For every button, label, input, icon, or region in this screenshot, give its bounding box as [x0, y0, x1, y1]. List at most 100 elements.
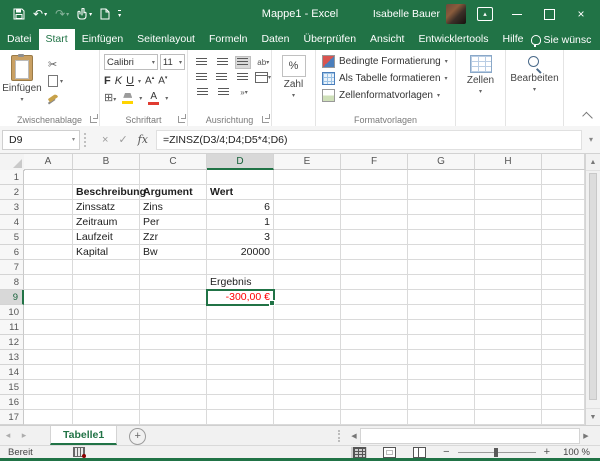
cell-D9[interactable]: -300,00 €: [207, 290, 274, 305]
align-center-button[interactable]: [214, 71, 229, 84]
column-header-G[interactable]: G: [408, 154, 475, 170]
user-avatar[interactable]: [446, 4, 466, 24]
select-all-button[interactable]: [0, 154, 25, 171]
cell-H8[interactable]: [475, 275, 542, 290]
row-header-15[interactable]: 15: [0, 380, 24, 395]
cell-H16[interactable]: [475, 395, 542, 410]
cell-C9[interactable]: [140, 290, 207, 305]
cell-I5[interactable]: [542, 230, 585, 245]
cell-C3[interactable]: Zins: [140, 200, 207, 215]
collapse-ribbon-icon[interactable]: [582, 112, 593, 123]
zoom-level[interactable]: 100 %: [558, 447, 590, 458]
ribbon-tab-entwicklertools[interactable]: Entwicklertools: [411, 29, 495, 50]
cell-A5[interactable]: [24, 230, 73, 245]
cell-E1[interactable]: [274, 170, 341, 185]
redo-icon[interactable]: ↷▾: [52, 4, 72, 24]
cell-I17[interactable]: [542, 410, 585, 425]
cell-B10[interactable]: [73, 305, 140, 320]
ribbon-tab-einfügen[interactable]: Einfügen: [75, 29, 130, 50]
cell-A4[interactable]: [24, 215, 73, 230]
row-header-4[interactable]: 4: [0, 215, 24, 230]
new-document-icon[interactable]: [97, 4, 113, 24]
cell-F13[interactable]: [341, 350, 408, 365]
cell-C8[interactable]: [140, 275, 207, 290]
cell-I8[interactable]: [542, 275, 585, 290]
cell-H10[interactable]: [475, 305, 542, 320]
decrease-indent-button[interactable]: [194, 86, 210, 99]
cell-F4[interactable]: [341, 215, 408, 230]
column-header-E[interactable]: E: [274, 154, 341, 170]
cells-group-button[interactable]: Zellen ▾: [467, 50, 494, 113]
cell-A2[interactable]: [24, 185, 73, 200]
cell-B8[interactable]: [73, 275, 140, 290]
number-group-button[interactable]: % Zahl ▾: [282, 50, 306, 113]
cell-B12[interactable]: [73, 335, 140, 350]
cell-G7[interactable]: [408, 260, 475, 275]
font-name-select[interactable]: Calibri▾: [104, 54, 158, 70]
undo-icon[interactable]: ↶▾: [30, 4, 50, 24]
cell-I3[interactable]: [542, 200, 585, 215]
cell-D4[interactable]: 1: [207, 215, 274, 230]
ribbon-tab-daten[interactable]: Daten: [254, 29, 296, 50]
cell-E16[interactable]: [274, 395, 341, 410]
cell-D10[interactable]: [207, 305, 274, 320]
cell-G1[interactable]: [408, 170, 475, 185]
cell-F11[interactable]: [341, 320, 408, 335]
clipboard-dialog-launcher-icon[interactable]: [90, 116, 97, 123]
cell-I4[interactable]: [542, 215, 585, 230]
underline-button[interactable]: U: [126, 75, 134, 87]
tell-me-box[interactable]: Sie wünsc: [531, 34, 592, 50]
cell-G12[interactable]: [408, 335, 475, 350]
cell-B7[interactable]: [73, 260, 140, 275]
ribbon-tab-seitenlayout[interactable]: Seitenlayout: [130, 29, 202, 50]
cell-B13[interactable]: [73, 350, 140, 365]
row-header-9[interactable]: 9: [0, 290, 24, 305]
cell-F2[interactable]: [341, 185, 408, 200]
cell-H17[interactable]: [475, 410, 542, 425]
cell-H2[interactable]: [475, 185, 542, 200]
cell-B3[interactable]: Zinssatz: [73, 200, 140, 215]
column-header-F[interactable]: F: [341, 154, 408, 170]
row-header-14[interactable]: 14: [0, 365, 24, 380]
normal-view-button[interactable]: [351, 447, 367, 458]
cell-I2[interactable]: [542, 185, 585, 200]
sheet-nav-right-icon[interactable]: ▸: [16, 426, 32, 445]
zoom-in-button[interactable]: +: [544, 448, 550, 457]
font-size-select[interactable]: 11▾: [160, 54, 185, 70]
expand-formula-bar-icon[interactable]: ▾: [582, 135, 600, 144]
cell-G17[interactable]: [408, 410, 475, 425]
scroll-left-icon[interactable]: ◀: [348, 429, 360, 443]
ribbon-tab-hilfe[interactable]: Hilfe: [496, 29, 531, 50]
horizontal-scrollbar-track[interactable]: [360, 428, 580, 444]
cell-B16[interactable]: [73, 395, 140, 410]
cell-G3[interactable]: [408, 200, 475, 215]
scroll-right-icon[interactable]: ▶: [580, 429, 592, 443]
cell-E8[interactable]: [274, 275, 341, 290]
cell-A10[interactable]: [24, 305, 73, 320]
name-box[interactable]: D9 ▾: [2, 130, 80, 150]
cell-B5[interactable]: Laufzeit: [73, 230, 140, 245]
row-header-12[interactable]: 12: [0, 335, 24, 350]
cell-D17[interactable]: [207, 410, 274, 425]
customize-qat-icon[interactable]: ▾: [115, 4, 124, 24]
row-header-1[interactable]: 1: [0, 170, 24, 185]
cell-C14[interactable]: [140, 365, 207, 380]
cell-F14[interactable]: [341, 365, 408, 380]
wrap-text-button[interactable]: »▾: [236, 86, 252, 99]
cell-B4[interactable]: Zeitraum: [73, 215, 140, 230]
cell-G9[interactable]: [408, 290, 475, 305]
cell-F1[interactable]: [341, 170, 408, 185]
cell-G4[interactable]: [408, 215, 475, 230]
cell-H5[interactable]: [475, 230, 542, 245]
cell-E15[interactable]: [274, 380, 341, 395]
cell-I6[interactable]: [542, 245, 585, 260]
horizontal-scrollbar[interactable]: ◀ ▶: [348, 428, 592, 443]
cell-C11[interactable]: [140, 320, 207, 335]
cell-E2[interactable]: [274, 185, 341, 200]
cell-C5[interactable]: Zzr: [140, 230, 207, 245]
cell-H4[interactable]: [475, 215, 542, 230]
cell-E5[interactable]: [274, 230, 341, 245]
zoom-slider-handle[interactable]: [494, 448, 498, 457]
tab-bar-splitter[interactable]: [338, 430, 344, 442]
cell-F5[interactable]: [341, 230, 408, 245]
